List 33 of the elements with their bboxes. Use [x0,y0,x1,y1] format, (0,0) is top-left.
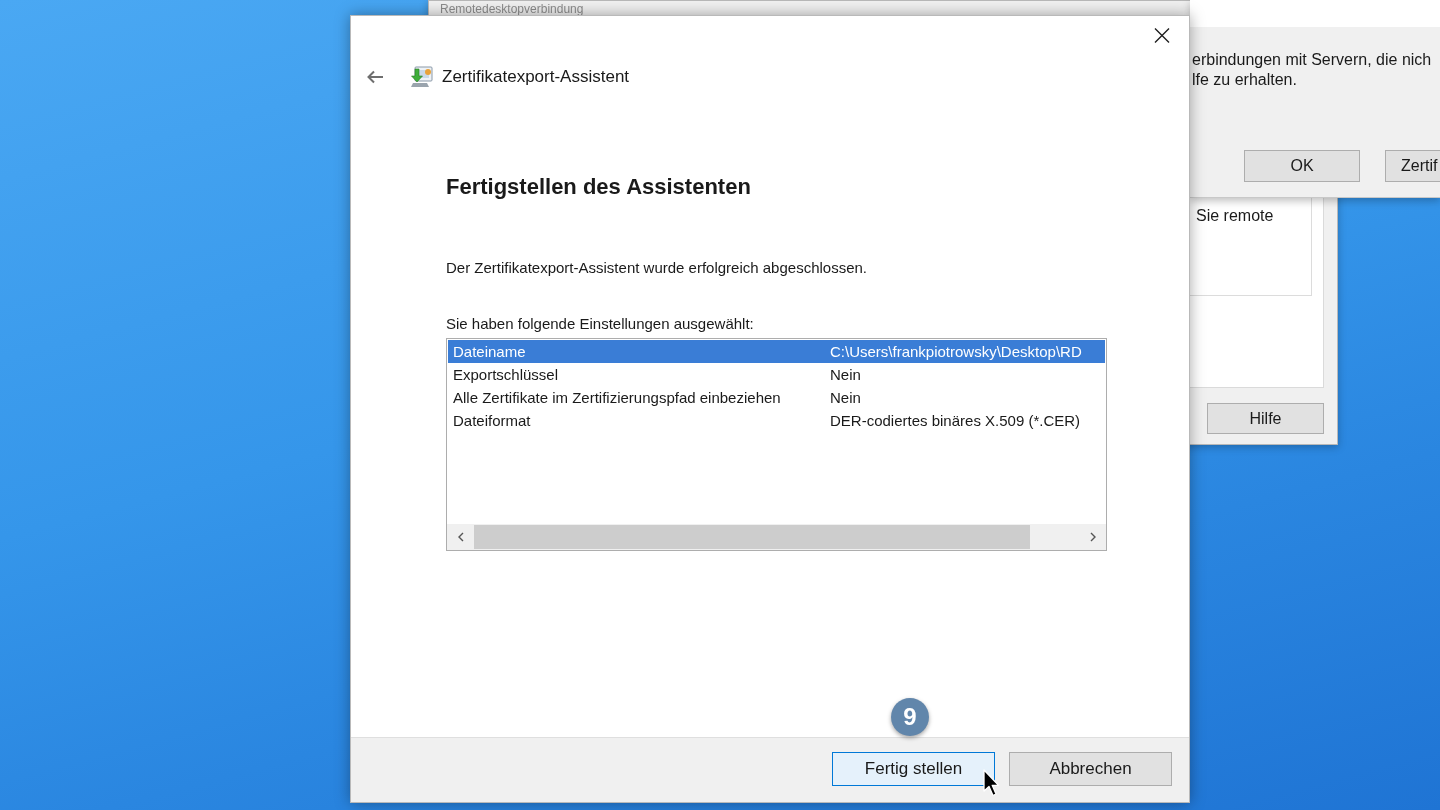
description-text: Sie remote [1196,207,1274,224]
setting-name-cell-text: Alle Zertifikate im Zertifizierungspfad einbeziehen [452,388,781,408]
page-heading: Fertigstellen des Assistenten [446,173,751,201]
chevron-right-icon [1089,532,1096,542]
setting-name-cell-text: Dateiname [452,342,526,362]
setting-value-cell-text: DER-codiertes binäres X.509 (*.CER) [829,411,1081,431]
arrow-left-icon [366,70,384,84]
list-row[interactable]: Dateiformat DER-codiertes binäres X.509 (*.CER) [448,409,1105,432]
setting-value-cell-text: Nein [829,388,861,408]
settings-label: Sie haben folgende Einstellungen ausgewählt: [446,314,754,334]
setting-value-cell-text: Nein [829,365,861,385]
setting-name-cell-text: Exportschlüssel [452,365,559,385]
horizontal-scrollbar[interactable] [447,524,1106,550]
setting-name-cell-text: Dateiformat [452,411,531,431]
help-button[interactable]: Hilfe [1207,403,1324,434]
window-title: Remotedesktopverbindung [440,1,584,16]
certificate-arrow-icon [409,65,433,89]
setting-value-cell-text: C:\Users\frankpiotrowsky\Desktop\RD [829,342,1082,362]
scrollbar-thumb[interactable] [474,525,1030,549]
chevron-left-icon [457,532,464,542]
step-badge: 9 [891,698,929,736]
close-icon [1154,26,1170,44]
message-box-button[interactable]: OK [1244,150,1360,182]
list-row[interactable]: Exportschlüssel Nein [448,363,1105,386]
mouse-pointer-icon [983,769,1000,797]
dialog-title: Zertifikatexport-Assistent [442,67,630,87]
list-row[interactable]: Dateiname C:\Users\frankpiotrowsky\Desktop\RD [448,340,1105,363]
completion-message: Der Zertifikatexport-Assistent wurde erfolgreich abgeschlossen. [446,258,868,278]
message-box-button[interactable]: Zertif [1385,150,1440,182]
message-text: erbindungen mit Servern, die nich lfe zu erhalten. [1191,50,1433,90]
dialog-button[interactable]: Fertig stellen [832,752,995,786]
list-row[interactable]: Alle Zertifikate im Zertifizierungspfad einbeziehen Nein [448,386,1105,409]
dialog-button[interactable]: Abbrechen [1009,752,1172,786]
